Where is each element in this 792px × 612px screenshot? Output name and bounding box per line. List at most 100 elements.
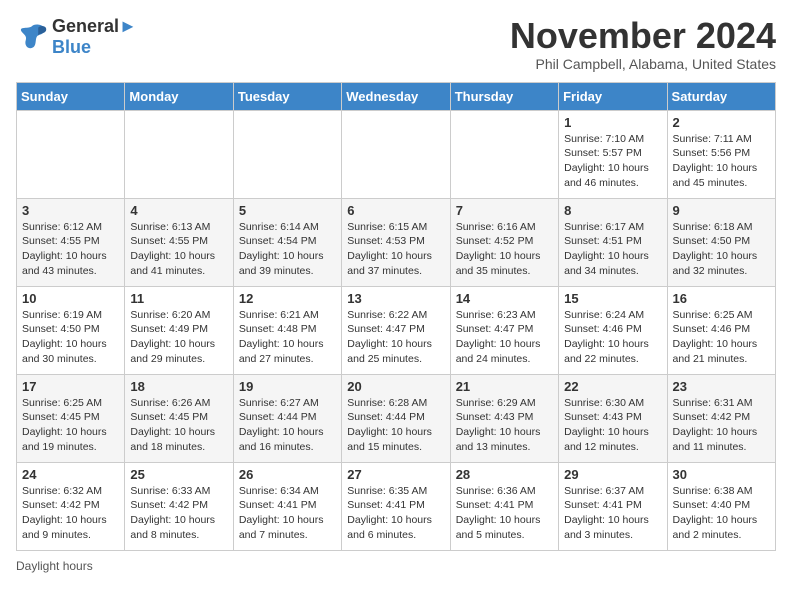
day-number: 15 (564, 291, 661, 306)
calendar-week-row: 10 Sunrise: 6:19 AM Sunset: 4:50 PM Dayli… (17, 286, 776, 374)
calendar-cell: 13Sunrise: 6:22 AM Sunset: 4:47 PM Dayli… (342, 286, 450, 374)
calendar-cell: 22 Sunrise: 6:30 AM Sunset: 4:43 PM Dayli… (559, 374, 667, 462)
day-info: Sunrise: 6:18 AM Sunset: 4:50 PM Dayligh… (673, 220, 770, 279)
day-number: 8 (564, 203, 661, 218)
calendar-cell: 12 Sunrise: 6:21 AM Sunset: 4:48 PM Dayli… (233, 286, 341, 374)
calendar-cell: 25Sunrise: 6:33 AM Sunset: 4:42 PM Dayli… (125, 462, 233, 550)
calendar-header-friday: Friday (559, 82, 667, 110)
calendar-cell: 2Sunrise: 7:11 AM Sunset: 5:56 PM Daylig… (667, 110, 775, 198)
logo-text: General► Blue (52, 16, 137, 58)
location-subtitle: Phil Campbell, Alabama, United States (510, 56, 776, 72)
calendar-cell: 17 Sunrise: 6:25 AM Sunset: 4:45 PM Dayli… (17, 374, 125, 462)
calendar-cell: 15 Sunrise: 6:24 AM Sunset: 4:46 PM Dayli… (559, 286, 667, 374)
calendar-cell: 7 Sunrise: 6:16 AM Sunset: 4:52 PM Daylig… (450, 198, 558, 286)
day-info: Sunrise: 6:35 AM Sunset: 4:41 PM Dayligh… (347, 484, 444, 543)
logo: General► Blue (16, 16, 137, 58)
day-info: Sunrise: 6:27 AM Sunset: 4:44 PM Dayligh… (239, 396, 336, 455)
day-number: 16 (673, 291, 770, 306)
calendar-cell: 10 Sunrise: 6:19 AM Sunset: 4:50 PM Dayli… (17, 286, 125, 374)
calendar-cell: 21Sunrise: 6:29 AM Sunset: 4:43 PM Dayli… (450, 374, 558, 462)
day-number: 1 (564, 115, 661, 130)
calendar-header-wednesday: Wednesday (342, 82, 450, 110)
calendar-cell: 30 Sunrise: 6:38 AM Sunset: 4:40 PM Dayli… (667, 462, 775, 550)
day-info: Sunrise: 6:37 AM Sunset: 4:41 PM Dayligh… (564, 484, 661, 543)
day-info: Sunrise: 6:29 AM Sunset: 4:43 PM Dayligh… (456, 396, 553, 455)
day-info: Sunrise: 6:34 AM Sunset: 4:41 PM Dayligh… (239, 484, 336, 543)
day-number: 27 (347, 467, 444, 482)
page-header: General► Blue November 2024 Phil Campbel… (16, 16, 776, 72)
day-number: 6 (347, 203, 444, 218)
calendar-cell (450, 110, 558, 198)
calendar-week-row: 17 Sunrise: 6:25 AM Sunset: 4:45 PM Dayli… (17, 374, 776, 462)
calendar-cell: 6Sunrise: 6:15 AM Sunset: 4:53 PM Daylig… (342, 198, 450, 286)
calendar-cell: 24Sunrise: 6:32 AM Sunset: 4:42 PM Dayli… (17, 462, 125, 550)
day-number: 17 (22, 379, 119, 394)
calendar-table: SundayMondayTuesdayWednesdayThursdayFrid… (16, 82, 776, 551)
calendar-cell: 23 Sunrise: 6:31 AM Sunset: 4:42 PM Dayli… (667, 374, 775, 462)
day-info: Sunrise: 6:13 AM Sunset: 4:55 PM Dayligh… (130, 220, 227, 279)
day-info: Sunrise: 6:25 AM Sunset: 4:46 PM Dayligh… (673, 308, 770, 367)
day-number: 7 (456, 203, 553, 218)
daylight-label: Daylight hours (16, 559, 93, 573)
day-info: Sunrise: 7:10 AM Sunset: 5:57 PM Dayligh… (564, 132, 661, 191)
day-info: Sunrise: 6:21 AM Sunset: 4:48 PM Dayligh… (239, 308, 336, 367)
calendar-cell: 14 Sunrise: 6:23 AM Sunset: 4:47 PM Dayli… (450, 286, 558, 374)
day-info: Sunrise: 6:17 AM Sunset: 4:51 PM Dayligh… (564, 220, 661, 279)
calendar-cell: 16 Sunrise: 6:25 AM Sunset: 4:46 PM Dayli… (667, 286, 775, 374)
day-number: 22 (564, 379, 661, 394)
day-info: Sunrise: 6:28 AM Sunset: 4:44 PM Dayligh… (347, 396, 444, 455)
day-info: Sunrise: 6:26 AM Sunset: 4:45 PM Dayligh… (130, 396, 227, 455)
calendar-header-thursday: Thursday (450, 82, 558, 110)
day-number: 4 (130, 203, 227, 218)
day-number: 30 (673, 467, 770, 482)
day-number: 10 (22, 291, 119, 306)
calendar-cell (17, 110, 125, 198)
day-number: 5 (239, 203, 336, 218)
calendar-header-row: SundayMondayTuesdayWednesdayThursdayFrid… (17, 82, 776, 110)
calendar-cell: 26 Sunrise: 6:34 AM Sunset: 4:41 PM Dayli… (233, 462, 341, 550)
day-info: Sunrise: 6:38 AM Sunset: 4:40 PM Dayligh… (673, 484, 770, 543)
day-info: Sunrise: 6:19 AM Sunset: 4:50 PM Dayligh… (22, 308, 119, 367)
day-number: 3 (22, 203, 119, 218)
calendar-cell: 3 Sunrise: 6:12 AM Sunset: 4:55 PM Daylig… (17, 198, 125, 286)
calendar-cell: 1 Sunrise: 7:10 AM Sunset: 5:57 PM Daylig… (559, 110, 667, 198)
calendar-cell: 9Sunrise: 6:18 AM Sunset: 4:50 PM Daylig… (667, 198, 775, 286)
month-title: November 2024 (510, 16, 776, 56)
day-number: 23 (673, 379, 770, 394)
day-number: 20 (347, 379, 444, 394)
day-info: Sunrise: 6:25 AM Sunset: 4:45 PM Dayligh… (22, 396, 119, 455)
calendar-header-monday: Monday (125, 82, 233, 110)
day-number: 14 (456, 291, 553, 306)
day-info: Sunrise: 6:14 AM Sunset: 4:54 PM Dayligh… (239, 220, 336, 279)
day-info: Sunrise: 6:16 AM Sunset: 4:52 PM Dayligh… (456, 220, 553, 279)
day-number: 26 (239, 467, 336, 482)
calendar-cell (233, 110, 341, 198)
calendar-cell: 29Sunrise: 6:37 AM Sunset: 4:41 PM Dayli… (559, 462, 667, 550)
title-block: November 2024 Phil Campbell, Alabama, Un… (510, 16, 776, 72)
footer-note: Daylight hours (16, 559, 776, 573)
day-info: Sunrise: 6:22 AM Sunset: 4:47 PM Dayligh… (347, 308, 444, 367)
day-number: 12 (239, 291, 336, 306)
day-info: Sunrise: 6:24 AM Sunset: 4:46 PM Dayligh… (564, 308, 661, 367)
day-number: 18 (130, 379, 227, 394)
calendar-cell (125, 110, 233, 198)
calendar-cell: 27 Sunrise: 6:35 AM Sunset: 4:41 PM Dayli… (342, 462, 450, 550)
day-info: Sunrise: 6:23 AM Sunset: 4:47 PM Dayligh… (456, 308, 553, 367)
calendar-week-row: 1 Sunrise: 7:10 AM Sunset: 5:57 PM Daylig… (17, 110, 776, 198)
day-number: 19 (239, 379, 336, 394)
calendar-cell: 4 Sunrise: 6:13 AM Sunset: 4:55 PM Daylig… (125, 198, 233, 286)
calendar-week-row: 24Sunrise: 6:32 AM Sunset: 4:42 PM Dayli… (17, 462, 776, 550)
logo-icon (16, 23, 48, 51)
calendar-cell: 18 Sunrise: 6:26 AM Sunset: 4:45 PM Dayli… (125, 374, 233, 462)
day-info: Sunrise: 6:12 AM Sunset: 4:55 PM Dayligh… (22, 220, 119, 279)
calendar-cell (342, 110, 450, 198)
day-info: Sunrise: 6:31 AM Sunset: 4:42 PM Dayligh… (673, 396, 770, 455)
day-number: 28 (456, 467, 553, 482)
day-info: Sunrise: 6:30 AM Sunset: 4:43 PM Dayligh… (564, 396, 661, 455)
calendar-cell: 8 Sunrise: 6:17 AM Sunset: 4:51 PM Daylig… (559, 198, 667, 286)
day-number: 2 (673, 115, 770, 130)
calendar-cell: 28Sunrise: 6:36 AM Sunset: 4:41 PM Dayli… (450, 462, 558, 550)
calendar-header-saturday: Saturday (667, 82, 775, 110)
day-info: Sunrise: 6:33 AM Sunset: 4:42 PM Dayligh… (130, 484, 227, 543)
calendar-cell: 19 Sunrise: 6:27 AM Sunset: 4:44 PM Dayli… (233, 374, 341, 462)
